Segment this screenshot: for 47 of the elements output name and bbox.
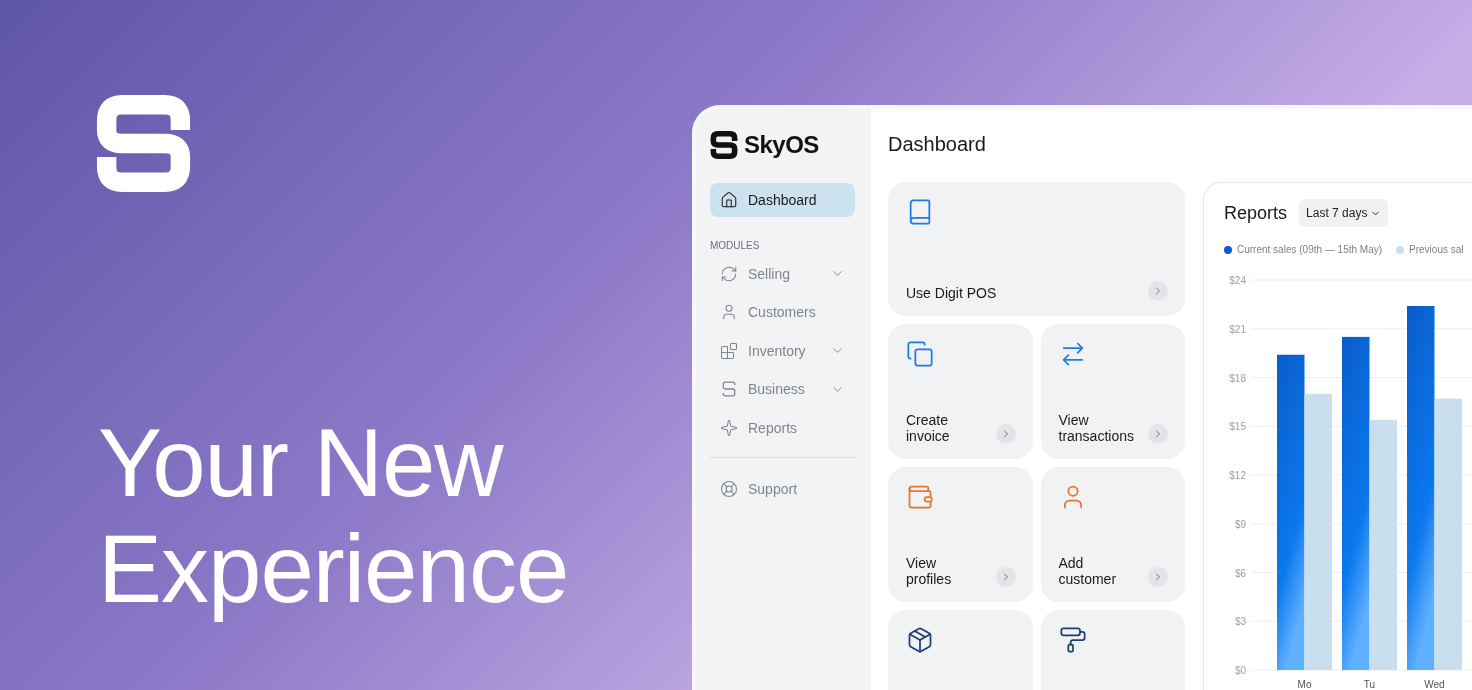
- tile-label: Add customer: [1058, 555, 1118, 587]
- refresh-icon: [720, 264, 738, 283]
- blocks-icon: [720, 341, 738, 360]
- tile-label: Use Digit POS: [906, 285, 997, 301]
- arrow-button[interactable]: [1148, 424, 1168, 444]
- person-icon: [720, 303, 738, 321]
- lifebuoy-icon: [720, 480, 738, 498]
- nav-item[interactable]: Dashboard: [710, 183, 855, 217]
- legend-item: Current sales (09th — 15th May): [1224, 244, 1383, 255]
- action-tile[interactable]: Create invoice: [888, 324, 1033, 459]
- tile-label: View transactions: [1058, 412, 1135, 444]
- action-tile[interactable]: View transactions: [1040, 324, 1185, 459]
- action-tile[interactable]: View profiles: [888, 467, 1033, 602]
- axis-label: Wed: [1424, 679, 1445, 690]
- axis-label: $9: [1234, 518, 1246, 530]
- axis-label: $18: [1229, 372, 1246, 384]
- headline: Your New Experience: [98, 410, 570, 622]
- axis-label: $0: [1234, 665, 1246, 676]
- page-title: Dashboard: [888, 133, 987, 157]
- logo-icon: [710, 131, 738, 159]
- logo-icon: [95, 95, 192, 192]
- card-title: Reports: [1224, 202, 1288, 224]
- app-logo: SkyOS: [744, 131, 819, 159]
- action-tile[interactable]: Add customer: [1040, 467, 1185, 602]
- sparkle-icon: [720, 418, 738, 437]
- section-heading: MODULES: [710, 239, 761, 251]
- tile-label: Create invoice: [906, 412, 951, 444]
- legend-item: Previous sal: [1396, 244, 1464, 255]
- axis-label: $12: [1229, 470, 1246, 481]
- action-tile[interactable]: [888, 610, 1033, 690]
- axis-label: Tu: [1363, 679, 1376, 690]
- axis-label: $24: [1229, 275, 1246, 286]
- arrow-button[interactable]: [995, 567, 1016, 587]
- axis-label: $15: [1229, 421, 1246, 433]
- arrow-button[interactable]: [1148, 281, 1168, 301]
- axis-label: $21: [1229, 323, 1246, 335]
- house-icon: [720, 191, 738, 209]
- axis-label: Mo: [1297, 679, 1312, 690]
- action-tile[interactable]: Use Digit POS: [888, 182, 1185, 316]
- arrow-button[interactable]: [995, 424, 1016, 444]
- tile-label: View profiles: [906, 555, 953, 587]
- axis-label: $6: [1234, 567, 1246, 579]
- range-dropdown[interactable]: Last 7 days: [1299, 199, 1389, 227]
- s-shape-icon: [720, 380, 738, 398]
- arrow-button[interactable]: [1148, 567, 1168, 587]
- axis-label: $3: [1234, 616, 1246, 628]
- action-tile[interactable]: [1040, 610, 1185, 690]
